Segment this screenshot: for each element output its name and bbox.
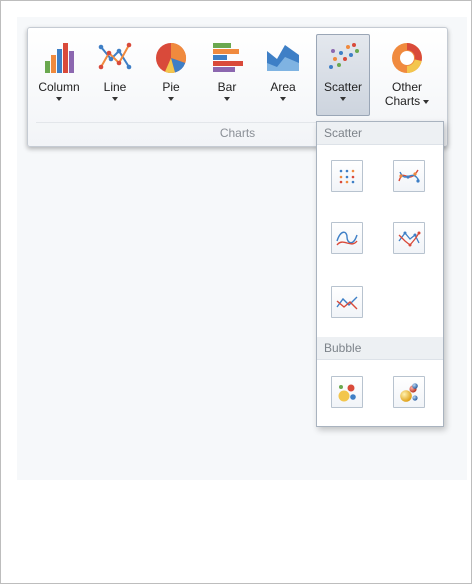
scatter-dropdown-menu: Scatter Bubble xyxy=(316,121,444,427)
pie-chart-icon xyxy=(156,42,187,74)
bubble-3d-icon xyxy=(400,383,418,402)
scatter-smooth-markers-item[interactable] xyxy=(393,160,425,192)
scatter-point-icon xyxy=(339,169,355,184)
bar-label: Bar xyxy=(217,80,237,94)
scatter-point-item[interactable] xyxy=(331,160,363,192)
section-header-scatter: Scatter xyxy=(317,122,443,145)
bar-chart-icon xyxy=(213,43,243,72)
other-label-line2: Charts xyxy=(377,94,437,108)
scatter-smooth-line-icon xyxy=(336,231,358,246)
scatter-label: Scatter xyxy=(323,80,362,94)
chevron-down-icon xyxy=(423,99,430,104)
column-chart-icon xyxy=(45,43,74,73)
scatter-smooth-line-item[interactable] xyxy=(331,222,363,254)
doughnut-chart-icon xyxy=(392,43,422,73)
area-chart-button[interactable]: Area xyxy=(258,34,308,116)
chevron-down-icon xyxy=(168,97,174,101)
other-label-text: Charts xyxy=(384,94,421,108)
chevron-down-icon xyxy=(112,97,118,101)
chevron-down-icon xyxy=(280,97,286,101)
chevron-down-icon xyxy=(340,97,346,101)
pie-chart-button[interactable]: Pie xyxy=(146,34,196,116)
scatter-line-item[interactable] xyxy=(331,286,363,318)
other-label-line1: Other xyxy=(391,80,422,94)
area-chart-icon xyxy=(267,45,299,71)
pie-label: Pie xyxy=(162,80,180,94)
bar-chart-button[interactable]: Bar xyxy=(202,34,252,116)
scatter-chart-button[interactable]: Scatter xyxy=(316,34,370,116)
scatter-line-icon xyxy=(336,296,358,310)
scatter-chart-icon xyxy=(329,43,359,69)
column-label: Column xyxy=(38,80,80,94)
line-chart-button[interactable]: Line xyxy=(90,34,140,116)
section-header-bubble: Bubble xyxy=(317,337,443,360)
area-label: Area xyxy=(270,80,296,94)
column-chart-button[interactable]: Column xyxy=(34,34,84,116)
scatter-smooth-markers-icon xyxy=(398,169,420,183)
other-charts-button[interactable]: Other Charts xyxy=(376,34,438,116)
chevron-down-icon xyxy=(224,97,230,101)
bubble-item[interactable] xyxy=(331,376,363,408)
bubble-icon xyxy=(338,384,356,402)
scatter-line-markers-icon xyxy=(398,231,421,247)
scatter-line-markers-item[interactable] xyxy=(393,222,425,254)
line-label: Line xyxy=(103,80,127,94)
bubble-3d-item[interactable] xyxy=(393,376,425,408)
line-chart-icon xyxy=(98,42,132,70)
chevron-down-icon xyxy=(56,97,62,101)
